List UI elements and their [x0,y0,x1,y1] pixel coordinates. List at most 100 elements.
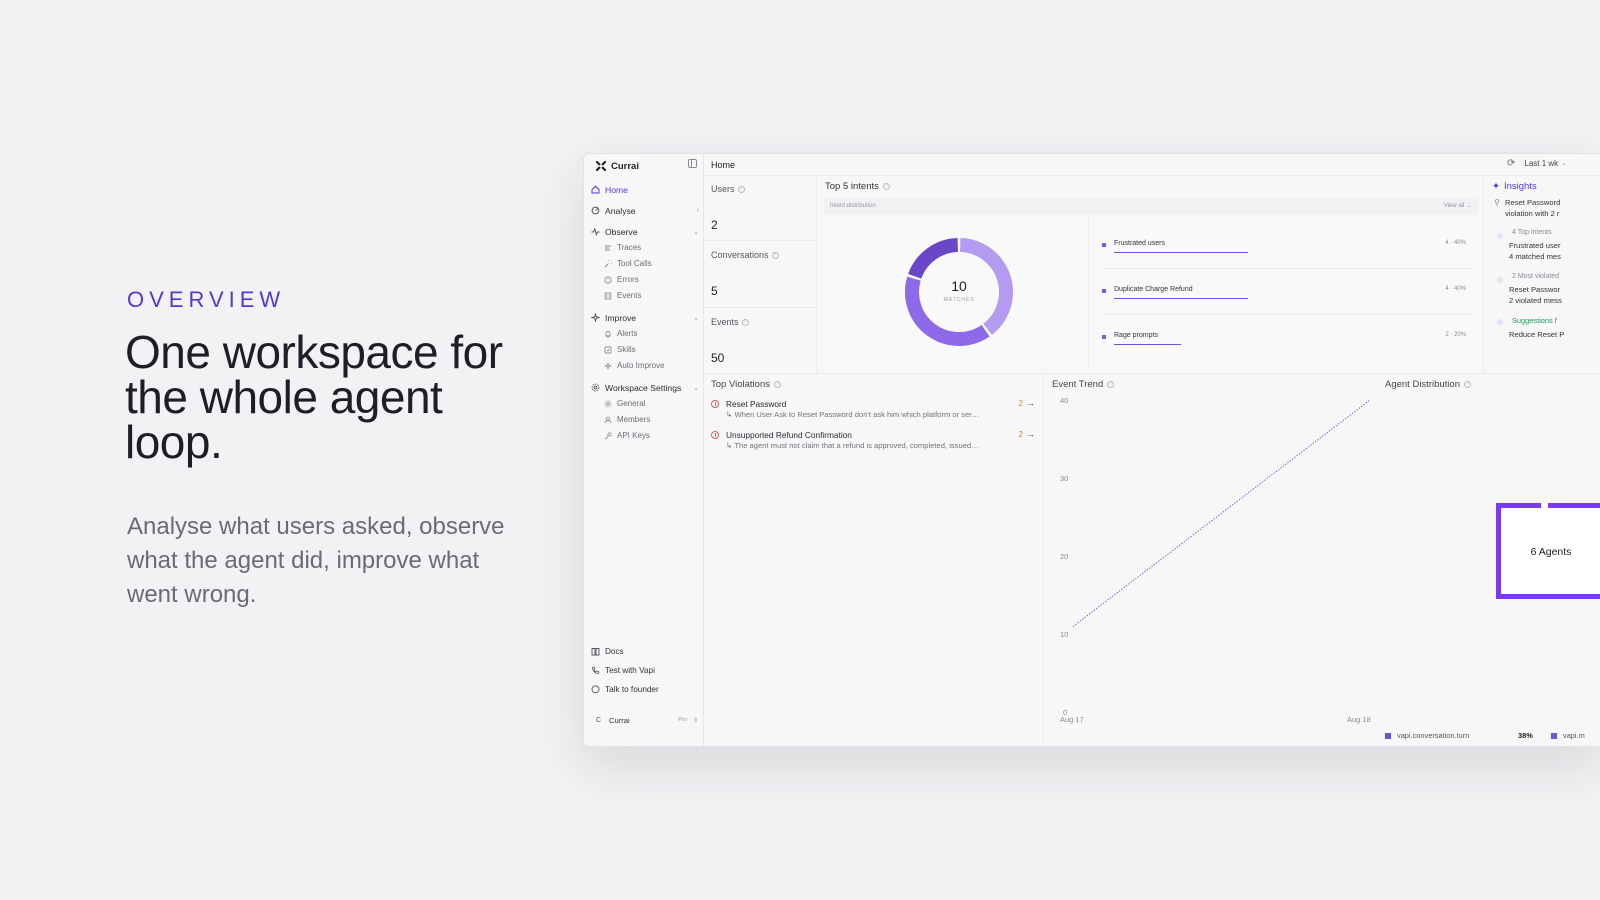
help-icon[interactable]: ? [1463,381,1471,388]
violation-item[interactable]: Unsupported Refund Confirmation ↳ The ag… [711,429,1037,458]
sidebar-item-members[interactable]: Members [604,413,699,426]
date-range-select[interactable]: Last 1 wk ⌄ [1524,159,1566,168]
event-trend-panel: Event Trend ? 40 30 20 10 0 Aug 17 Aug 1… [1045,374,1385,746]
chevron-updown-icon: ⇕ [692,717,698,724]
sidebar-item-label: Docs [605,647,624,656]
intent-share-bar [1114,344,1181,345]
intent-row[interactable]: Rage prompts 2 · 20% [1102,332,1472,366]
insight-text[interactable]: Reset Passwor [1509,285,1560,294]
sidebar-item-talk-to-founder[interactable]: Talk to founder [591,682,699,697]
sidebar-item-home[interactable]: Home [591,182,699,197]
donut-segment[interactable] [908,238,959,279]
sidebar-toggle-icon[interactable] [688,159,697,168]
events-icon [604,292,612,300]
intent-share-bar [1114,298,1248,299]
sidebar-item-skills[interactable]: Skills [604,343,699,356]
kpi-label-text: Users [711,184,735,194]
violation-item[interactable]: Reset Password ↳ When User Ask to Reset … [711,398,1037,427]
intents-subtitle: Intent distribution [830,203,876,209]
subline: Analyse what users asked, observe what t… [127,513,505,608]
sidebar-item-test-with-vapi[interactable]: Test with Vapi [591,663,699,678]
violation-count: 2 [1018,399,1023,408]
kpi-label-events: Events ? [711,317,749,327]
timeline-dot [1497,233,1503,239]
eyebrow-text: OVERVIEW [127,287,286,312]
intent-row[interactable]: Duplicate Charge Refund 4 · 40% [1102,286,1472,320]
legend-item[interactable]: vapi.conversation.turn [1385,731,1469,740]
sidebar-item-alerts[interactable]: Alerts [604,327,699,340]
help-icon[interactable]: ? [737,185,745,193]
analyse-icon [591,206,600,215]
kpi-label-users: Users ? [711,184,745,194]
intent-name: Rage prompts [1114,332,1158,339]
sidebar-item-analyse[interactable]: Analyse › [591,203,699,218]
legend-swatch [1102,335,1106,339]
violation-desc: ↳ When User Ask to Reset Password don't … [726,410,980,419]
sidebar-item-observe[interactable]: Observe ⌄ [591,224,699,239]
legend-item[interactable]: vapi.m [1551,731,1585,740]
sidebar-item-general[interactable]: General [604,397,699,410]
violation-title: Unsupported Refund Confirmation [726,430,852,440]
key-icon [604,431,612,440]
sidebar-item-workspace-settings[interactable]: Workspace Settings ⌄ [591,380,699,395]
top-intents-panel: Top 5 intents ? Intent distribution View… [818,176,1484,373]
agent-distribution-panel: Agent Distribution ? 6 Agents vapi.conve… [1385,374,1600,746]
kpi-label-text: Conversations [711,250,769,260]
arrow-right-icon[interactable]: → [1026,429,1035,439]
avatar: C [595,716,602,724]
app-window: Currai Home Analyse › Observe ⌄ Traces T… [583,153,1600,747]
sidebar-item-label: Traces [617,243,642,252]
sidebar-item-docs[interactable]: Docs [591,644,699,659]
divider [1102,314,1472,315]
refresh-icon[interactable]: ⟳ [1507,158,1515,169]
gear-icon [591,383,600,392]
chevron-down-icon: ⌄ [693,314,699,322]
insights-panel: ✦ Insights ⚲ Reset Password violation wi… [1485,176,1600,373]
insight-lead: violation with 2 r [1505,209,1560,218]
sidebar-item-tool-calls[interactable]: Tool Calls [604,257,699,270]
sidebar-item-label: General [617,399,646,408]
donut-caption: MATCHES [943,297,975,303]
intent-row[interactable]: Frustrated users 4 · 40% [1102,240,1472,274]
sidebar-item-label: Errors [617,275,639,284]
panel-title-text: Top Violations [711,379,770,390]
sidebar-item-api-keys[interactable]: API Keys [604,429,699,442]
sidebar-item-auto-improve[interactable]: Auto Improve [604,359,699,372]
insight-text[interactable]: Reduce Reset P [1509,330,1564,339]
help-icon[interactable]: ? [771,251,779,259]
sidebar-item-events[interactable]: Events [604,289,699,302]
view-all-link[interactable]: View all → [1444,203,1472,209]
plan-badge: Pro [678,717,687,723]
sidebar-item-label: Analyse [605,205,636,216]
brand[interactable]: Currai [596,157,639,175]
traces-icon [604,244,612,252]
sidebar-item-label: API Keys [617,431,650,440]
insight-text[interactable]: Frustrated user [1509,241,1561,250]
sidebar-item-label: Test with Vapi [605,666,655,675]
help-icon[interactable]: ? [741,318,749,326]
date-range-value: Last 1 wk [1524,159,1559,168]
help-icon[interactable]: ? [773,381,781,388]
headline-line: the whole agent [125,371,443,423]
panel-title-text: Insights [1503,181,1537,192]
pin-icon: ⚲ [1494,198,1500,207]
help-icon[interactable]: ? [882,183,890,190]
sidebar-item-improve[interactable]: Improve ⌄ [591,310,699,325]
warning-icon [711,431,719,439]
timeline-dot [1497,319,1503,325]
divider [704,307,817,308]
logo-icon [596,161,606,171]
legend-label: vapi.conversation.turn [1397,731,1470,740]
event-trend-chart [1072,399,1371,627]
panel-title-text: Agent Distribution [1385,379,1460,390]
sidebar-item-label: Events [617,291,642,300]
arrow-right-icon[interactable]: → [1026,398,1035,408]
sidebar: Currai Home Analyse › Observe ⌄ Traces T… [584,154,704,746]
sidebar-item-errors[interactable]: Errors [604,273,699,286]
sidebar-item-label: Tool Calls [617,259,652,268]
sidebar-item-traces[interactable]: Traces [604,241,699,254]
workspace-switcher[interactable]: C Currai Pro ⇕ [594,713,698,727]
legend-label: vapi.m [1563,731,1585,740]
intent-name: Frustrated users [1114,240,1165,247]
insight-text: 4 matched mes [1509,252,1561,261]
